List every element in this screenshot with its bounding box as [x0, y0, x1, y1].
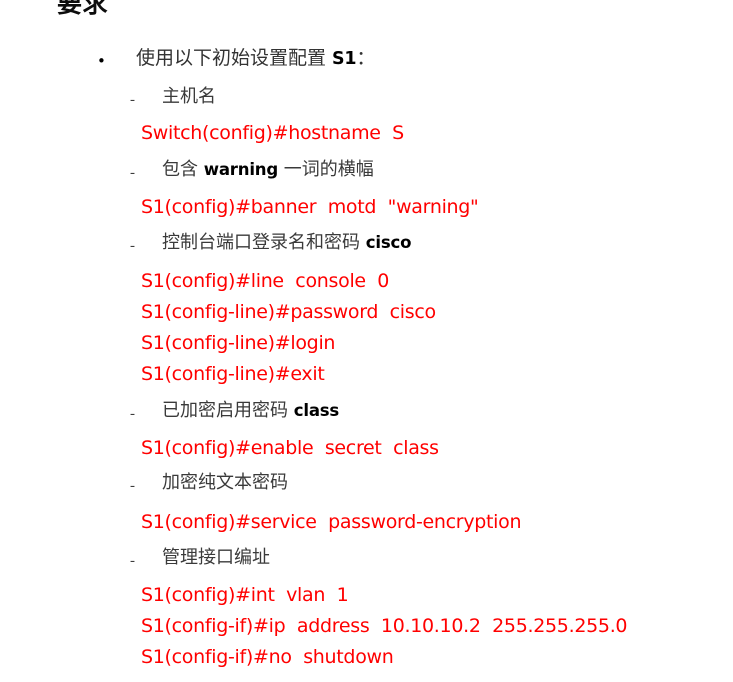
cli-command-ip-address: S1(config-if)#ip address 10.10.10.2 255.…	[141, 615, 628, 637]
cli-command-service-password-encryption: S1(config)#service password-encryption	[141, 511, 522, 533]
cli-command-line-console: S1(config)#line console 0	[141, 270, 390, 292]
dash-marker: -	[130, 92, 135, 108]
dash-marker: -	[130, 478, 135, 494]
list-item-text: 管理接口编址	[162, 547, 270, 568]
bullet-marker: •	[97, 52, 106, 70]
list-item-keyword: S1	[332, 49, 357, 69]
list-item-label: 管理接口编址	[162, 549, 270, 567]
list-item-text-tail: ：	[356, 47, 376, 69]
list-item-text-tail: 一词的横幅	[278, 159, 374, 180]
list-item-keyword: class	[293, 401, 340, 420]
dash-marker: -	[130, 406, 135, 422]
cli-command-login: S1(config-line)#login	[141, 332, 336, 354]
list-item-keyword: cisco	[365, 233, 412, 252]
dash-marker: -	[130, 553, 135, 569]
list-item-label: 控制台端口登录名和密码 cisco	[162, 234, 411, 252]
list-item-label: 加密纯文本密码	[162, 474, 288, 492]
cli-command-banner: S1(config)#banner motd "warning"	[141, 196, 479, 218]
dash-marker: -	[130, 165, 135, 181]
list-item-label: 包含 warning 一词的横幅	[162, 161, 374, 179]
list-item-text: 包含	[162, 159, 204, 180]
dash-marker: -	[130, 238, 135, 254]
list-item-text: 控制台端口登录名和密码	[162, 232, 366, 253]
cli-command-no-shutdown: S1(config-if)#no shutdown	[141, 646, 394, 668]
cli-command-enable-secret: S1(config)#enable secret class	[141, 437, 439, 459]
list-item-keyword: warning	[203, 160, 279, 179]
cli-command-hostname: Switch(config)#hostname S	[141, 122, 404, 144]
cli-command-int-vlan: S1(config)#int vlan 1	[141, 584, 349, 606]
list-item-text: 已加密启用密码	[162, 400, 294, 421]
list-item-label: 已加密启用密码 class	[162, 402, 339, 420]
list-item-text: 主机名	[162, 86, 216, 107]
list-item-label: 主机名	[162, 88, 216, 106]
list-item-label: 使用以下初始设置配置 S1：	[136, 49, 375, 68]
document-page: 要求 • 使用以下初始设置配置 S1： - 主机名 Switch(config)…	[0, 0, 733, 682]
page-title: 要求	[57, 0, 109, 18]
cli-command-password: S1(config-line)#password cisco	[141, 301, 436, 323]
list-item-text: 使用以下初始设置配置	[136, 47, 333, 69]
list-item-text: 加密纯文本密码	[162, 472, 288, 493]
cli-command-exit: S1(config-line)#exit	[141, 363, 325, 385]
